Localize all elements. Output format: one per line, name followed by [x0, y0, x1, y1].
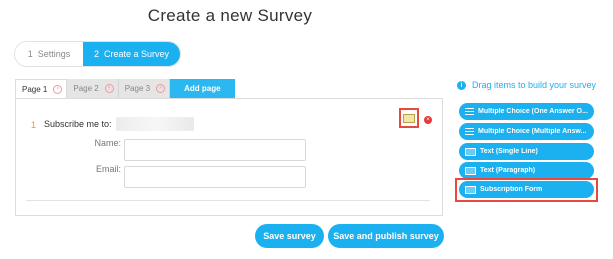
name-label: Name: — [94, 138, 121, 148]
tab-page-2[interactable]: Page 2 × — [67, 79, 119, 98]
sidebar-item-text-paragraph[interactable]: Text (Paragraph) — [459, 162, 594, 179]
hint-text: Drag items to build your survey — [472, 80, 597, 90]
item-label: Text (Paragraph) — [480, 167, 536, 174]
sidebar-item-text-single-line[interactable]: Text (Single Line) — [459, 143, 594, 160]
step-tabs: 1 Settings 2 Create a Survey — [14, 41, 181, 67]
item-label: Text (Single Line) — [480, 148, 538, 155]
close-icon[interactable]: × — [156, 84, 166, 93]
email-input[interactable] — [124, 166, 306, 188]
info-icon: i — [457, 80, 466, 90]
text-field-icon — [465, 147, 476, 156]
close-icon[interactable]: × — [104, 84, 114, 93]
item-label: Multiple Choice (One Answer O... — [478, 108, 588, 115]
tab-label: Page 2 — [73, 84, 99, 93]
step-number: 1 — [27, 49, 33, 59]
save-publish-button[interactable]: Save and publish survey — [328, 224, 444, 248]
sidebar-item-multiple-choice-one[interactable]: Multiple Choice (One Answer O... — [459, 103, 594, 120]
item-label: Multiple Choice (Multiple Answ... — [478, 128, 587, 135]
step-number: 2 — [93, 49, 99, 59]
step-settings[interactable]: 1 Settings — [15, 42, 83, 66]
question-number: 1 — [31, 120, 37, 130]
page-tabs: Page 1 × Page 2 × Page 3 × Add page — [15, 79, 235, 99]
tab-label: Page 1 — [22, 85, 48, 94]
tab-page-1[interactable]: Page 1 × — [15, 79, 68, 99]
list-icon — [465, 108, 474, 115]
add-page-button[interactable]: Add page — [170, 79, 235, 98]
email-label: Email: — [95, 164, 121, 174]
delete-icon[interactable]: × — [424, 116, 432, 124]
question-label: Subscribe me to: — [44, 119, 112, 129]
step-label: Settings — [37, 49, 71, 59]
step-create-survey[interactable]: 2 Create a Survey — [83, 42, 180, 66]
list-icon — [465, 128, 474, 135]
page-content: 1 Subscribe me to: × Name: Email: — [15, 98, 443, 216]
highlight-box — [455, 178, 598, 202]
name-input[interactable] — [124, 139, 306, 161]
drag-hint: i Drag items to build your survey — [457, 80, 596, 90]
page-title: Create a new Survey — [147, 6, 313, 25]
divider — [26, 200, 430, 201]
step-label: Create a Survey — [103, 49, 170, 59]
tab-page-3[interactable]: Page 3 × — [118, 79, 171, 98]
edit-icon[interactable] — [399, 108, 419, 128]
redacted-text — [116, 117, 194, 131]
tab-label: Page 3 — [124, 84, 151, 93]
close-icon[interactable]: × — [53, 85, 63, 94]
sidebar-item-multiple-choice-multiple[interactable]: Multiple Choice (Multiple Answ... — [459, 123, 594, 140]
save-survey-button[interactable]: Save survey — [255, 224, 324, 248]
edit-glyph — [403, 113, 415, 123]
text-field-icon — [465, 166, 476, 175]
